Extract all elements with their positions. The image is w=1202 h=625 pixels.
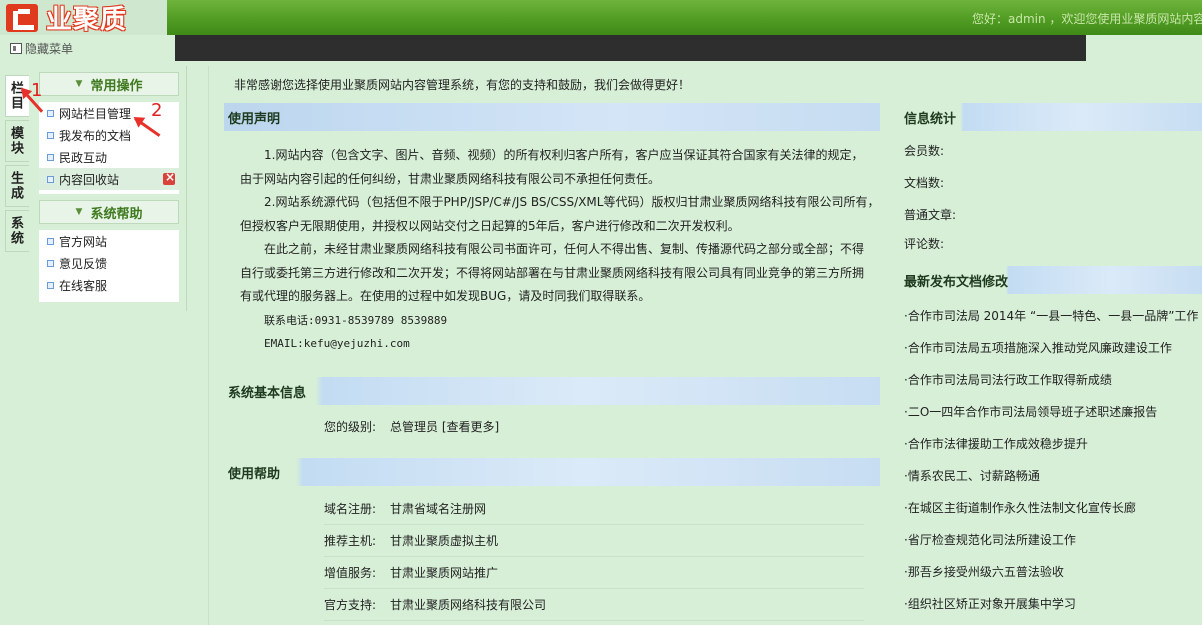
news-item[interactable]: ·情系农民工、讨薪路畅通 [904,467,1202,484]
news-item[interactable]: ·合作市司法局 2014年 “一县一特色、一县一品牌”工作 [904,307,1202,324]
menu-item-label: 网站栏目管理 [59,106,132,121]
help-row: 官方支持: 甘肃业聚质网络科技有限公司 [324,589,864,621]
help-row: 域名注册: 甘肃省域名注册网 [324,493,864,525]
bullet-icon [47,175,54,183]
stat-documents: 文档数: [904,176,945,190]
menu-group-help[interactable]: ▼ 系统帮助 [39,200,179,224]
usage-p3: 在此之前，未经甘肃业聚质网络科技有限公司书面许可，任何人不得出售、复制、传播源代… [264,242,865,256]
help-row: 增值服务: 甘肃业聚质网站推广 [324,557,864,589]
menu-item-civil-interaction[interactable]: 民政互动 [39,146,179,168]
menu-item-feedback[interactable]: 意见反馈 [39,252,179,274]
usage-p2: 2.网站系统源代码（包括但不限于PHP/JSP/C#/JS BS/CSS/XML… [264,195,880,209]
stat-comments: 评论数: [904,237,945,251]
menu-item-recycle-bin[interactable]: 内容回收站 [39,168,179,190]
stats-section-title: 信息统计 [900,103,1202,131]
help-section-title: 使用帮助 [224,458,880,486]
help-value[interactable]: 甘肃业聚质网络科技有限公司 [390,596,546,613]
user-level-row: 您的级别: 总管理员 [查看更多] [324,410,864,442]
main-content: 非常感谢您选择使用业聚质网站内容管理系统，有您的支持和鼓励，我们会做得更好！ 使… [210,66,1202,625]
left-menu: ▼ 常用操作 网站栏目管理 我发布的文档 民政互动 内容回收站 ▼ 系统帮助 官… [30,66,187,311]
bullet-icon [47,237,54,245]
usage-p3b: 自行或委托第三方进行修改和二次开发；不得将网站部署在与甘肃业聚质网络科技有限公司… [240,265,865,280]
stat-articles: 普通文章: [904,208,957,222]
menu-item-official-site[interactable]: 官方网站 [39,230,179,252]
menu-item-label: 在线客服 [59,278,108,293]
news-item[interactable]: ·合作市司法局司法行政工作取得新成绩 [904,371,1202,388]
menu-group-common[interactable]: ▼ 常用操作 [39,72,179,96]
tab-system[interactable]: 系统 [5,210,29,252]
news-item[interactable]: ·省厅检查规范化司法所建设工作 [904,531,1202,548]
stat-members: 会员数: [904,144,945,158]
help-row: 推荐主机: 甘肃业聚质虚拟主机 [324,525,864,557]
hide-menu-button[interactable]: 隐藏菜单 [10,40,73,57]
help-key: 增值服务: [324,566,377,580]
welcome-text: 您好：admin ，欢迎您使用业聚质网站内容 [972,12,1202,26]
annotation-number-1: 1 [31,80,43,101]
tab-modules[interactable]: 模块 [5,120,29,162]
hide-menu-label: 隐藏菜单 [25,42,74,56]
menu-list-help: 官方网站 意见反馈 在线客服 [39,230,179,302]
help-value[interactable]: 甘肃业聚质网站推广 [390,564,498,581]
logo[interactable]: 业聚质 [0,0,167,35]
menu-group-title: 系统帮助 [90,206,143,222]
menu-item-label: 意见反馈 [59,256,108,271]
usage-statement: 1.网站内容（包含文字、图片、音频、视频）的所有权利归客户所有，客户应当保证其符… [240,144,880,356]
menu-item-label: 官方网站 [59,234,108,249]
usage-section-title: 使用声明 [224,103,880,131]
contact-phone: 联系电话:0931-8539789 8539889 [264,313,448,327]
bullet-icon [47,153,54,161]
help-key: 推荐主机: [324,534,377,548]
usage-p1b: 由于网站内容引起的任何纠纷，甘肃业聚质网络科技有限公司不承担任何责任。 [240,171,661,186]
news-item[interactable]: ·组织社区矫正对象开展集中学习 [904,595,1202,612]
usage-p1: 1.网站内容（包含文字、图片、音频、视频）的所有权利归客户所有，客户应当保证其符… [264,148,864,162]
help-key: 域名注册: [324,502,377,516]
help-value[interactable]: 甘肃省域名注册网 [390,500,486,517]
chevron-down-icon: ▼ [75,79,83,89]
menu-item-label: 我发布的文档 [59,128,132,143]
logo-text: 业聚质 [46,5,128,35]
menu-item-label: 内容回收站 [59,172,120,187]
trash-icon [163,170,175,185]
menu-item-online-service[interactable]: 在线客服 [39,274,179,296]
usage-p3c: 有或代理的服务器上。在使用的过程中如发现BUG，请及时同我们取得联系。 [240,289,651,303]
annotation-number-2: 2 [151,100,163,121]
bullet-icon [47,259,54,267]
splitter[interactable] [193,66,209,625]
bullet-icon [47,131,54,139]
news-item[interactable]: ·二O一四年合作市司法局领导班子述职述廉报告 [904,403,1202,420]
chevron-down-icon: ▼ [75,207,83,217]
contact-email[interactable]: EMAIL:kefu@yejuzhi.com [240,332,880,356]
latest-section-title: 最新发布文档修改 [900,266,1202,294]
bullet-icon [47,109,54,117]
help-value[interactable]: 甘肃业聚质虚拟主机 [390,532,498,549]
top-bar: 您好：admin ，欢迎您使用业聚质网站内容 [167,0,1202,35]
menu-item-label: 民政互动 [59,150,108,165]
usage-p2b: 但授权客户无限期使用，并授权以网站交付之日起算的5年后，客户进行修改和二次开发权… [240,218,740,233]
vertical-tabs: 栏目 模块 生成 系统 [5,75,29,255]
news-item[interactable]: ·那吾乡接受州级六五普法验收 [904,563,1202,580]
logo-icon [6,3,38,32]
panel-icon [10,43,22,54]
level-value[interactable]: 总管理员 [查看更多] [390,418,499,435]
tab-generate[interactable]: 生成 [5,165,29,207]
sysinfo-section-title: 系统基本信息 [224,377,880,405]
help-key: 官方支持: [324,598,377,612]
news-item[interactable]: ·合作市法律援助工作成效稳步提升 [904,435,1202,452]
level-label: 您的级别: [324,419,377,434]
nav-bar [175,35,1086,61]
bullet-icon [47,281,54,289]
news-item[interactable]: ·合作市司法局五项措施深入推动党风廉政建设工作 [904,339,1202,356]
menu-group-title: 常用操作 [90,78,143,94]
news-item[interactable]: ·在城区主街道制作永久性法制文化宣传长廊 [904,499,1202,516]
greeting-text: 非常感谢您选择使用业聚质网站内容管理系统，有您的支持和鼓励，我们会做得更好！ [234,78,691,92]
